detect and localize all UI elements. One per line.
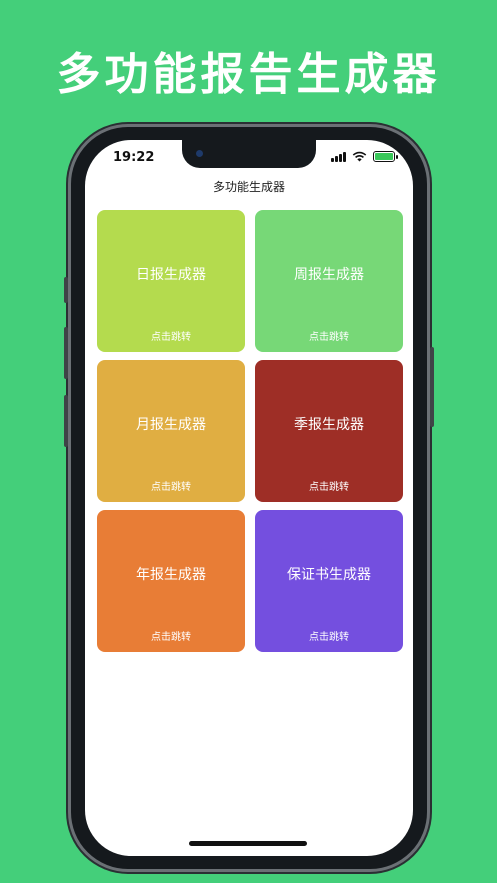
- cellular-signal-icon: [331, 151, 346, 162]
- card-title: 月报生成器: [136, 417, 206, 433]
- card-annual-generator[interactable]: 年报生成器 点击跳转: [97, 510, 245, 652]
- card-jump-label: 点击跳转: [151, 632, 191, 643]
- card-monthly-generator[interactable]: 月报生成器 点击跳转: [97, 360, 245, 502]
- mute-switch: [64, 277, 68, 303]
- card-pledge-generator[interactable]: 保证书生成器点击跳转: [255, 510, 403, 652]
- card-title: 季报生成器: [294, 417, 364, 433]
- status-icons: [331, 151, 398, 162]
- battery-charging-icon: [373, 151, 398, 162]
- page-title: 多功能生成器: [212, 180, 285, 194]
- card-title: 日报生成器: [136, 267, 206, 283]
- wifi-icon: [352, 151, 367, 162]
- card-weekly-generator[interactable]: 周报生成器 点击跳转: [255, 210, 403, 352]
- notch: [182, 140, 316, 168]
- card-jump-label: 点击跳转: [309, 332, 349, 343]
- card-title: 保证书生成器: [287, 567, 371, 583]
- power-button: [430, 347, 434, 427]
- card-title: 周报生成器: [294, 267, 364, 283]
- card-jump-label: 点击跳转: [309, 632, 349, 643]
- card-jump-label: 点击跳转: [151, 482, 191, 493]
- status-time: 19:22: [113, 150, 155, 165]
- phone-screen: 19:22 多功能生成器 日报生成器 点击跳转 周报生成器 点击跳转 月报生成器 点击跳转…: [85, 140, 413, 856]
- card-daily-generator[interactable]: 日报生成器 点击跳转: [97, 210, 245, 352]
- card-title: 年报生成器: [136, 567, 206, 583]
- volume-up-button: [64, 327, 68, 379]
- card-jump-label: 点击跳转: [309, 482, 349, 493]
- camera-icon: [196, 150, 203, 157]
- phone-frame: 19:22 多功能生成器 日报生成器 点击跳转 周报生成器 点击跳转 月报生成器 点击跳转…: [64, 124, 434, 872]
- generator-grid: 日报生成器 点击跳转 周报生成器 点击跳转 月报生成器 点击跳转 季报生成器 点击跳转 年报生成…: [97, 210, 403, 652]
- promo-banner-title: 多功能报告生成器: [56, 49, 441, 100]
- volume-down-button: [64, 395, 68, 447]
- card-quarterly-generator[interactable]: 季报生成器 点击跳转: [255, 360, 403, 502]
- home-indicator: [189, 841, 307, 846]
- card-jump-label: 点击跳转: [151, 332, 191, 343]
